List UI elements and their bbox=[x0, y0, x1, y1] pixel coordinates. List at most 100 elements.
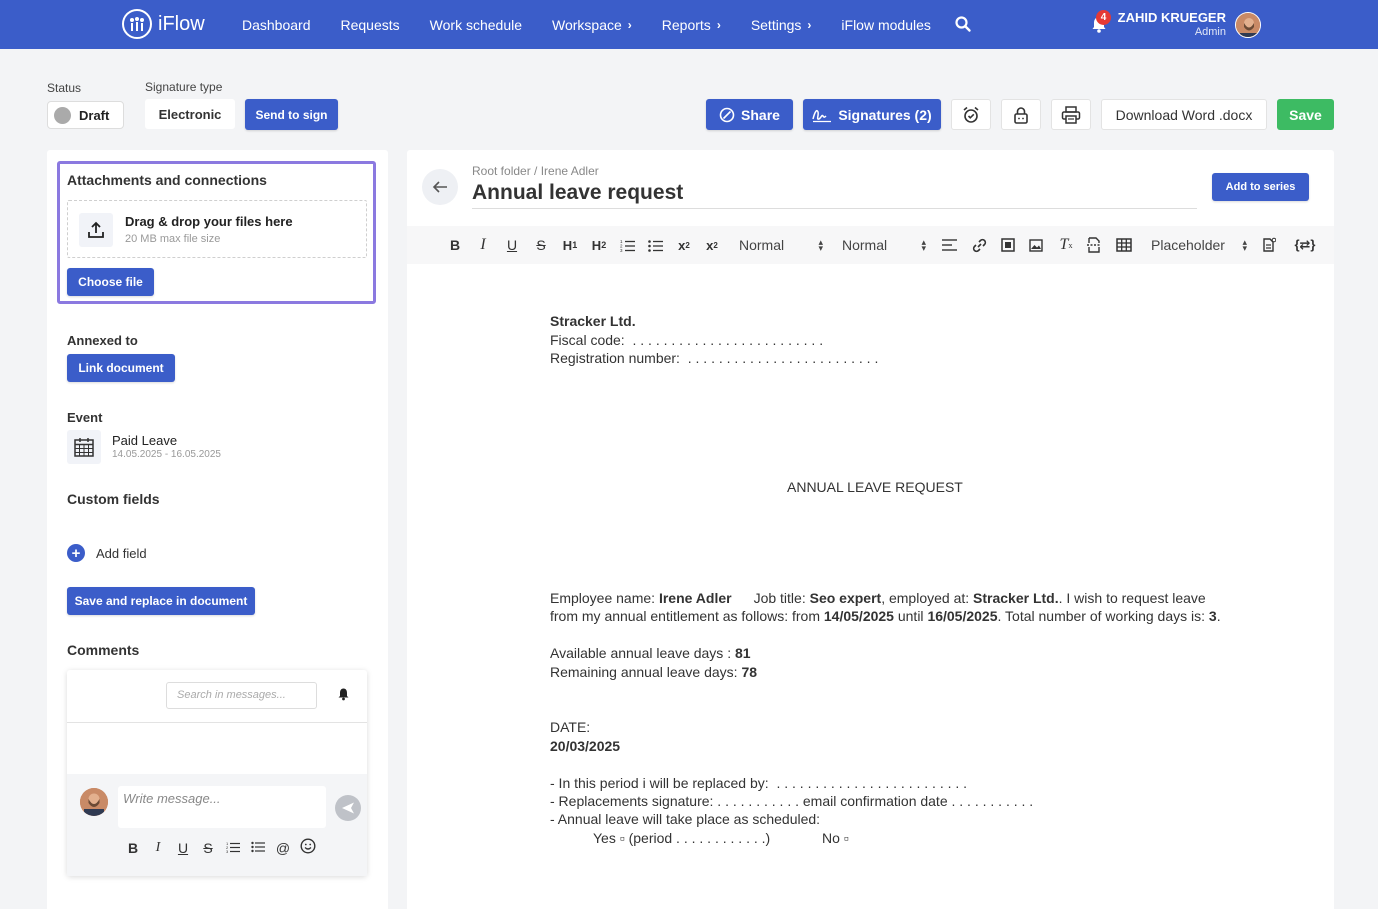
remaining-days-line: Remaining annual leave days: 78 bbox=[550, 664, 757, 680]
brand-logo[interactable]: iFlow bbox=[122, 9, 205, 39]
bell-icon[interactable] bbox=[337, 687, 350, 706]
emoji-icon[interactable] bbox=[300, 838, 316, 857]
attachments-title: Attachments and connections bbox=[67, 172, 267, 188]
font-size-select[interactable]: Normal ▴ ▾ bbox=[739, 226, 823, 264]
back-button[interactable] bbox=[422, 169, 458, 205]
nav-iflow-modules[interactable]: iFlow modules bbox=[841, 17, 930, 33]
comments-search-input[interactable]: Search in messages... bbox=[166, 682, 317, 709]
bold-icon[interactable]: B bbox=[447, 226, 463, 264]
signature-type-select[interactable]: Electronic bbox=[145, 99, 235, 129]
company-name: Stracker Ltd. bbox=[550, 313, 636, 329]
heading1-icon[interactable]: H1 bbox=[559, 226, 581, 264]
nav-requests[interactable]: Requests bbox=[341, 17, 400, 33]
replaced-by-label: - In this period i will be replaced by: bbox=[550, 775, 769, 791]
table-icon[interactable] bbox=[1115, 226, 1133, 264]
placeholder-select[interactable]: Placeholder ▴ ▾ bbox=[1151, 226, 1247, 264]
header-value: Normal bbox=[842, 237, 888, 253]
mention-icon[interactable]: @ bbox=[275, 840, 291, 856]
breadcrumb[interactable]: Root folder / Irene Adler bbox=[472, 164, 599, 178]
strikethrough-icon[interactable]: S bbox=[533, 226, 549, 264]
clear-format-icon[interactable]: Tx bbox=[1058, 226, 1074, 264]
employer-name: Stracker Ltd. bbox=[973, 590, 1059, 606]
available-days-line: Available annual leave days : 81 bbox=[550, 645, 751, 661]
document-title-input[interactable]: Annual leave request bbox=[472, 181, 1197, 209]
ordered-list-icon[interactable]: 123 bbox=[225, 840, 241, 856]
nav-settings[interactable]: Settings › bbox=[751, 17, 812, 33]
lock-button[interactable] bbox=[1001, 99, 1041, 130]
document-link-icon[interactable] bbox=[1261, 226, 1277, 264]
custom-fields-title: Custom fields bbox=[67, 491, 160, 507]
available-label: Available annual leave days : bbox=[550, 645, 735, 661]
subscript-icon[interactable]: x2 bbox=[675, 226, 693, 264]
image-icon[interactable] bbox=[1028, 226, 1044, 264]
underline-icon[interactable]: U bbox=[504, 226, 520, 264]
fiscal-code-line: Fiscal code: . . . . . . . . . . . . . .… bbox=[550, 332, 823, 348]
nav-work-schedule[interactable]: Work schedule bbox=[430, 17, 522, 33]
add-to-series-button[interactable]: Add to series bbox=[1212, 173, 1309, 201]
event-name[interactable]: Paid Leave bbox=[112, 433, 177, 448]
link-document-button[interactable]: Link document bbox=[67, 354, 175, 382]
align-left-icon[interactable] bbox=[941, 226, 957, 264]
period-line: from my annual entitlement as follows: f… bbox=[550, 608, 1221, 624]
comment-format-toolbar: B I U S 123 @ bbox=[125, 838, 316, 857]
registration-dots: . . . . . . . . . . . . . . . . . . . . … bbox=[687, 350, 879, 366]
superscript-icon[interactable]: x2 bbox=[703, 226, 721, 264]
company-name-text: Stracker Ltd. bbox=[550, 313, 636, 329]
job-title: Seo expert bbox=[809, 590, 882, 606]
file-drop-zone[interactable]: Drag & drop your files here 20 MB max fi… bbox=[67, 200, 367, 258]
send-to-sign-button[interactable]: Send to sign bbox=[245, 99, 338, 130]
italic-icon[interactable]: I bbox=[475, 226, 491, 264]
add-field-label: Add field bbox=[96, 545, 147, 561]
send-icon[interactable] bbox=[335, 795, 361, 821]
yes-option: Yes ▫ (period . . . . . . . . . . . .) bbox=[593, 830, 771, 846]
signatures-button[interactable]: Signatures (2) bbox=[803, 99, 941, 130]
underline-icon[interactable]: U bbox=[175, 840, 191, 856]
nav-label: Requests bbox=[340, 16, 400, 33]
document-heading: ANNUAL LEAVE REQUEST bbox=[787, 479, 963, 495]
comments-title: Comments bbox=[67, 642, 140, 658]
date-until: 16/05/2025 bbox=[927, 608, 998, 624]
avatar[interactable] bbox=[1235, 12, 1261, 38]
print-button[interactable] bbox=[1051, 99, 1091, 130]
nav-workspace[interactable]: Workspace › bbox=[552, 17, 632, 33]
video-icon[interactable] bbox=[1000, 226, 1016, 264]
nav-label: iFlow modules bbox=[841, 16, 931, 33]
download-word-button[interactable]: Download Word .docx bbox=[1101, 99, 1267, 130]
bold-icon[interactable]: B bbox=[125, 840, 141, 856]
save-button[interactable]: Save bbox=[1277, 99, 1334, 130]
status-dropdown[interactable]: Draft bbox=[47, 101, 124, 129]
share-button[interactable]: Share bbox=[706, 99, 793, 130]
header-select[interactable]: Normal ▴ ▾ bbox=[842, 226, 926, 264]
select-arrows-icon: ▴ ▾ bbox=[1242, 237, 1247, 253]
choose-file-button[interactable]: Choose file bbox=[67, 268, 154, 296]
heading2-icon[interactable]: H2 bbox=[588, 226, 610, 264]
signatures-label: Signatures (2) bbox=[838, 106, 932, 123]
top-navbar: iFlow Dashboard Requests Work schedule W… bbox=[0, 0, 1378, 49]
divider bbox=[67, 722, 367, 723]
page-break-icon[interactable] bbox=[1086, 226, 1102, 264]
nav-reports[interactable]: Reports › bbox=[662, 17, 721, 33]
registration-line: Registration number: . . . . . . . . . .… bbox=[550, 350, 878, 366]
replaced-by-line: - In this period i will be replaced by: … bbox=[550, 775, 967, 791]
ordered-list-icon[interactable]: 123 bbox=[619, 226, 635, 264]
annexed-title: Annexed to bbox=[67, 333, 138, 348]
search-icon[interactable] bbox=[954, 15, 972, 33]
add-field-button[interactable]: + Add field bbox=[67, 544, 147, 562]
save-replace-button[interactable]: Save and replace in document bbox=[67, 587, 255, 615]
avatar bbox=[80, 788, 108, 816]
message-input[interactable]: Write message... bbox=[118, 786, 326, 828]
bullet-list-icon[interactable] bbox=[647, 226, 663, 264]
working-days: 3 bbox=[1208, 608, 1217, 624]
chevron-right-icon: › bbox=[807, 17, 812, 32]
nav-dashboard[interactable]: Dashboard bbox=[242, 17, 311, 33]
italic-icon[interactable]: I bbox=[150, 840, 166, 856]
replaced-by-dots: . . . . . . . . . . . . . . . . . . . . … bbox=[776, 775, 968, 791]
lock-icon bbox=[1014, 106, 1028, 124]
alarm-clock-icon bbox=[963, 106, 979, 123]
strikethrough-icon[interactable]: S bbox=[200, 840, 216, 856]
bullet-list-icon[interactable] bbox=[250, 840, 266, 856]
reminder-button[interactable] bbox=[951, 99, 991, 130]
code-variable-icon[interactable]: {⇄} bbox=[1291, 226, 1319, 264]
link-icon[interactable] bbox=[971, 226, 987, 264]
user-name[interactable]: ZAHID KRUEGER bbox=[1118, 10, 1226, 25]
